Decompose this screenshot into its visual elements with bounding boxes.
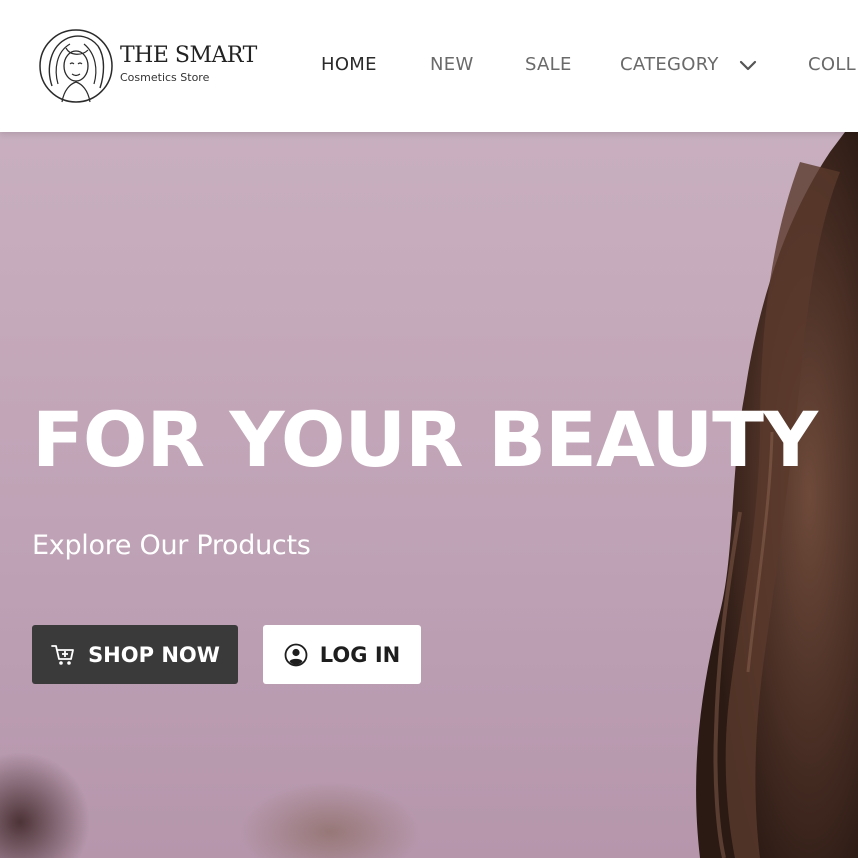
nav-item-collections[interactable]: COLL: [808, 54, 856, 75]
nav-item-new[interactable]: NEW: [430, 54, 474, 75]
hero-title: FOR YOUR BEAUTY: [32, 395, 818, 484]
log-in-label: LOG IN: [319, 642, 401, 667]
log-in-button[interactable]: LOG IN: [263, 625, 421, 684]
hero-banner: FOR YOUR BEAUTY Explore Our Products SHO…: [0, 132, 858, 858]
cart-icon: [51, 644, 74, 665]
site-header: THE SMART Cosmetics Store HOME NEW SALE …: [0, 0, 858, 132]
hero-background-image: [0, 132, 858, 858]
nav-item-category[interactable]: CATEGORY: [620, 54, 719, 75]
shop-now-button[interactable]: SHOP NOW: [32, 625, 238, 684]
chevron-down-icon[interactable]: [738, 58, 758, 74]
hero-subtitle: Explore Our Products: [32, 530, 311, 561]
shop-now-label: SHOP NOW: [88, 642, 220, 667]
user-circle-icon: [284, 643, 308, 666]
main-nav: HOME NEW SALE CATEGORY COLL: [0, 0, 858, 132]
nav-item-home[interactable]: HOME: [321, 54, 377, 75]
nav-item-sale[interactable]: SALE: [525, 54, 572, 75]
